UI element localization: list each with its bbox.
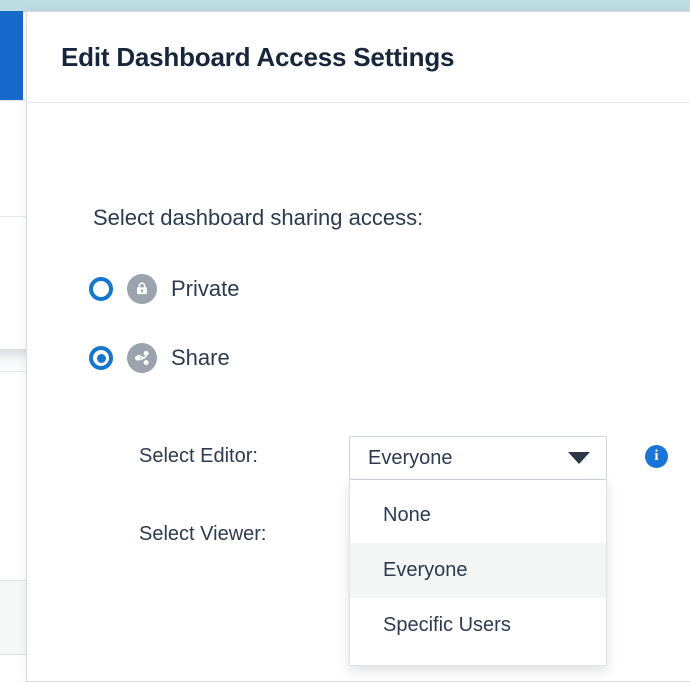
dropdown-option-specific-users[interactable]: Specific Users (350, 598, 606, 653)
table-row (0, 100, 26, 216)
info-icon[interactable]: i (645, 445, 668, 468)
select-editor-dropdown[interactable]: Everyone (349, 436, 607, 480)
modal-header: Edit Dashboard Access Settings (27, 12, 690, 103)
select-editor-options-list: None Everyone Specific Users (349, 480, 607, 666)
radio-option-share[interactable]: Share (89, 343, 230, 373)
radio-option-share-label: Share (171, 345, 230, 371)
sharing-access-prompt: Select dashboard sharing access: (93, 205, 423, 231)
chevron-down-icon (568, 452, 590, 464)
table-row (0, 216, 26, 241)
select-editor-value: Everyone (368, 447, 453, 470)
edit-dashboard-access-modal: Edit Dashboard Access Settings Select da… (26, 11, 690, 682)
table-row (0, 241, 26, 349)
background-table (0, 100, 27, 682)
table-row-selected (0, 580, 26, 655)
modal-body: Select dashboard sharing access: Private (27, 103, 690, 681)
share-icon (127, 343, 157, 373)
radio-share[interactable] (89, 346, 113, 370)
dropdown-option-none[interactable]: None (350, 488, 606, 543)
sidebar-active-item[interactable] (0, 11, 23, 100)
select-editor-label: Select Editor: (139, 436, 258, 476)
table-row (0, 349, 26, 371)
radio-option-private[interactable]: Private (89, 274, 239, 304)
select-viewer-label: Select Viewer: (139, 514, 266, 554)
radio-private[interactable] (89, 277, 113, 301)
lock-icon (127, 274, 157, 304)
radio-option-private-label: Private (171, 276, 239, 302)
table-row (0, 371, 26, 525)
dropdown-option-everyone[interactable]: Everyone (350, 543, 606, 598)
modal-title: Edit Dashboard Access Settings (61, 42, 454, 73)
